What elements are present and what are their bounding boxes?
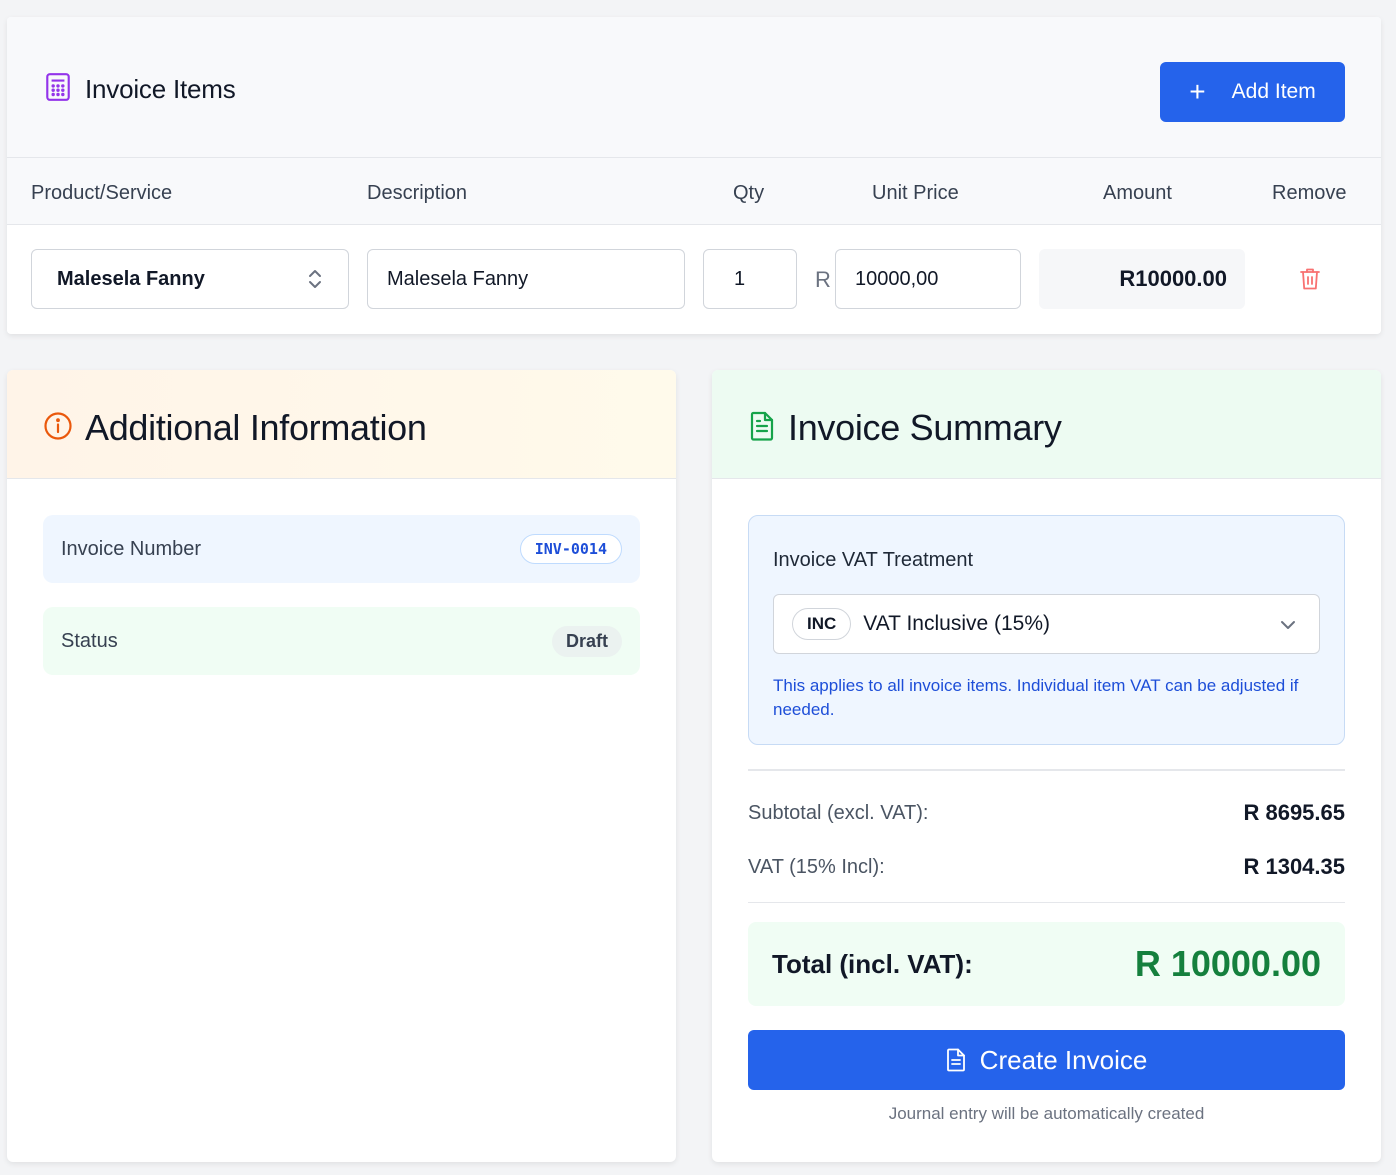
description-input-value: Malesela Fanny: [387, 267, 529, 290]
chevron-down-icon: [1279, 616, 1297, 634]
vat-selected-value: VAT Inclusive (15%): [863, 612, 1051, 635]
trash-icon[interactable]: [1299, 267, 1321, 291]
file-text-icon: [748, 411, 776, 446]
add-item-label: Add Item: [1231, 80, 1316, 103]
product-select-value: Malesela Fanny: [57, 267, 205, 290]
column-header-unit-price: Unit Price: [872, 182, 959, 204]
total-value: R 10000.00: [1134, 943, 1321, 984]
invoice-items-title-wrap: Invoice Items: [45, 72, 236, 107]
total-label: Total (incl. VAT):: [772, 948, 973, 979]
column-header-amount: Amount: [1103, 182, 1172, 204]
additional-information-header: Additional Information: [7, 370, 676, 479]
column-header-description: Description: [367, 182, 468, 204]
summary-divider-top: [748, 769, 1345, 771]
summary-divider-bottom: [748, 902, 1345, 903]
vat-badge: INC: [792, 608, 852, 640]
vat-note: This applies to all invoice items. Indiv…: [773, 676, 1299, 719]
vat-row: VAT (15% Incl): R 1304.35: [748, 854, 1345, 880]
vat-treatment-panel: Invoice VAT Treatment INC VAT Inclusive …: [748, 515, 1345, 745]
subtotal-row: Subtotal (excl. VAT): R 8695.65: [748, 800, 1345, 826]
invoice-number-badge: INV-0014: [519, 534, 622, 564]
subtotal-value: R 8695.65: [1243, 800, 1345, 825]
column-header-qty: Qty: [733, 182, 765, 204]
additional-information-title-wrap: Additional Information: [43, 407, 427, 449]
create-invoice-button[interactable]: Create Invoice: [748, 1030, 1345, 1090]
vat-label: VAT (15% Incl):: [748, 855, 885, 878]
qty-input[interactable]: 1: [703, 249, 797, 309]
invoice-items-card: Invoice Items + Add Item Product/Service…: [7, 17, 1381, 334]
vat-value: R 1304.35: [1243, 854, 1345, 879]
description-input[interactable]: Malesela Fanny: [367, 249, 685, 309]
plus-icon: +: [1189, 76, 1206, 107]
additional-information-card: Additional Information Invoice Number IN…: [7, 370, 676, 1162]
invoice-number-label: Invoice Number: [61, 537, 202, 560]
up-down-chevron-icon: [308, 268, 322, 296]
qty-input-value: 1: [734, 267, 746, 290]
invoice-items-header: Invoice Items + Add Item: [7, 17, 1381, 158]
journal-footnote: Journal entry will be automatically crea…: [888, 1104, 1205, 1123]
invoice-number-row: Invoice Number INV-0014: [43, 515, 640, 583]
calculator-icon: [45, 72, 71, 107]
invoice-summary-card: Invoice Summary Invoice VAT Treatment IN…: [712, 370, 1381, 1162]
unit-price-input-value: 10000,00: [855, 267, 939, 290]
column-header-product: Product/Service: [31, 182, 173, 204]
add-item-button[interactable]: + Add Item: [1160, 62, 1345, 122]
items-table-header: Product/Service Description Qty Unit Pri…: [7, 158, 1381, 225]
product-select[interactable]: Malesela Fanny: [31, 249, 349, 309]
total-box: Total (incl. VAT): R 10000.00: [748, 922, 1345, 1006]
table-row: Malesela Fanny Malesela Fanny 1 R 10000,…: [7, 225, 1381, 333]
additional-information-title: Additional Information: [85, 407, 427, 448]
currency-prefix: R: [815, 267, 831, 292]
invoice-summary-title: Invoice Summary: [788, 407, 1062, 448]
info-circle-icon: [43, 411, 73, 446]
status-badge: Draft: [551, 625, 622, 657]
vat-treatment-label: Invoice VAT Treatment: [773, 549, 974, 571]
invoice-summary-header: Invoice Summary: [712, 370, 1381, 479]
file-icon: [946, 1048, 965, 1072]
status-label: Status: [61, 629, 118, 652]
amount-value: R10000.00: [1039, 249, 1245, 309]
column-header-remove: Remove: [1272, 182, 1347, 204]
unit-price-input[interactable]: 10000,00: [835, 249, 1021, 309]
create-invoice-label: Create Invoice: [979, 1044, 1148, 1075]
status-row: Status Draft: [43, 607, 640, 675]
invoice-summary-title-wrap: Invoice Summary: [748, 407, 1062, 449]
invoice-items-title: Invoice Items: [85, 74, 236, 104]
vat-treatment-select[interactable]: INC VAT Inclusive (15%): [773, 594, 1320, 654]
subtotal-label: Subtotal (excl. VAT):: [748, 801, 929, 824]
